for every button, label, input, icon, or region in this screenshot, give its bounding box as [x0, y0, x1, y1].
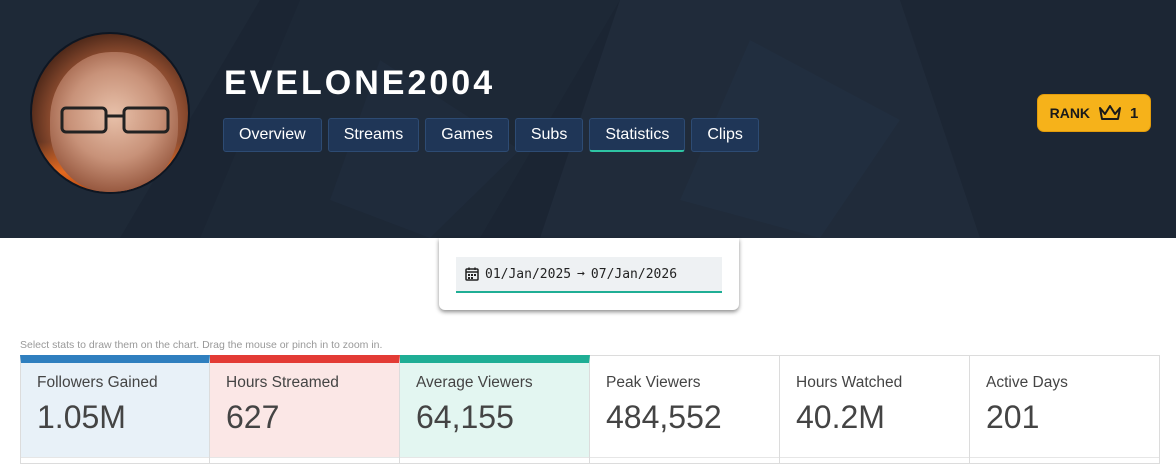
- stat-value: 627: [226, 399, 280, 435]
- stat-value: 484,552: [606, 399, 722, 435]
- stat-name: Peak Viewers: [606, 374, 701, 391]
- stat-active-days[interactable]: Active Days 201: [970, 355, 1160, 464]
- stat-name: Active Days: [986, 374, 1068, 391]
- date-range-picker[interactable]: 01/Jan/2025 ➞ 07/Jan/2026: [456, 257, 722, 293]
- stat-value: 201: [986, 399, 1040, 435]
- tab-subs[interactable]: Subs: [514, 118, 584, 152]
- calendar-icon: [465, 267, 479, 281]
- date-end: 07/Jan/2026: [590, 266, 678, 282]
- stat-peak-viewers[interactable]: Peak Viewers 484,552: [590, 355, 780, 464]
- tab-bar: Overview Streams Games Subs Statistics C…: [223, 118, 759, 152]
- stat-value: 1.05M: [37, 399, 126, 435]
- tab-games[interactable]: Games: [425, 118, 509, 152]
- stat-name: Followers Gained: [37, 374, 158, 391]
- tab-streams[interactable]: Streams: [327, 118, 420, 152]
- stat-average-viewers[interactable]: Average Viewers 64,155: [400, 355, 590, 464]
- channel-name: EVELONE2004: [224, 64, 496, 102]
- stat-value: 64,155: [416, 399, 514, 435]
- stat-value: 40.2M: [796, 399, 885, 435]
- rank-value: 1: [1130, 104, 1139, 122]
- rank-label: RANK: [1049, 105, 1091, 121]
- stat-hours-streamed[interactable]: Hours Streamed 627: [210, 355, 400, 464]
- date-range-card: 01/Jan/2025 ➞ 07/Jan/2026: [439, 238, 739, 310]
- stat-name: Hours Streamed: [226, 374, 339, 391]
- stat-name: Hours Watched: [796, 374, 903, 391]
- tab-overview[interactable]: Overview: [223, 118, 322, 152]
- date-arrow: ➞: [577, 266, 585, 282]
- crown-icon: [1099, 105, 1122, 120]
- tab-statistics[interactable]: Statistics: [589, 118, 686, 152]
- channel-header: EVELONE2004 Overview Streams Games Subs …: [0, 0, 1176, 238]
- stat-name: Average Viewers: [416, 374, 533, 391]
- stat-hours-watched[interactable]: Hours Watched 40.2M: [780, 355, 970, 464]
- stats-row: Followers Gained 1.05M Hours Streamed 62…: [20, 355, 1160, 464]
- date-start: 01/Jan/2025: [485, 266, 572, 282]
- tab-clips[interactable]: Clips: [691, 118, 759, 152]
- avatar: [30, 32, 190, 194]
- avatar-glasses: [60, 106, 170, 134]
- stat-followers-gained[interactable]: Followers Gained 1.05M: [20, 355, 210, 464]
- chart-hint: Select stats to draw them on the chart. …: [20, 339, 383, 351]
- rank-badge[interactable]: RANK 1: [1037, 94, 1151, 132]
